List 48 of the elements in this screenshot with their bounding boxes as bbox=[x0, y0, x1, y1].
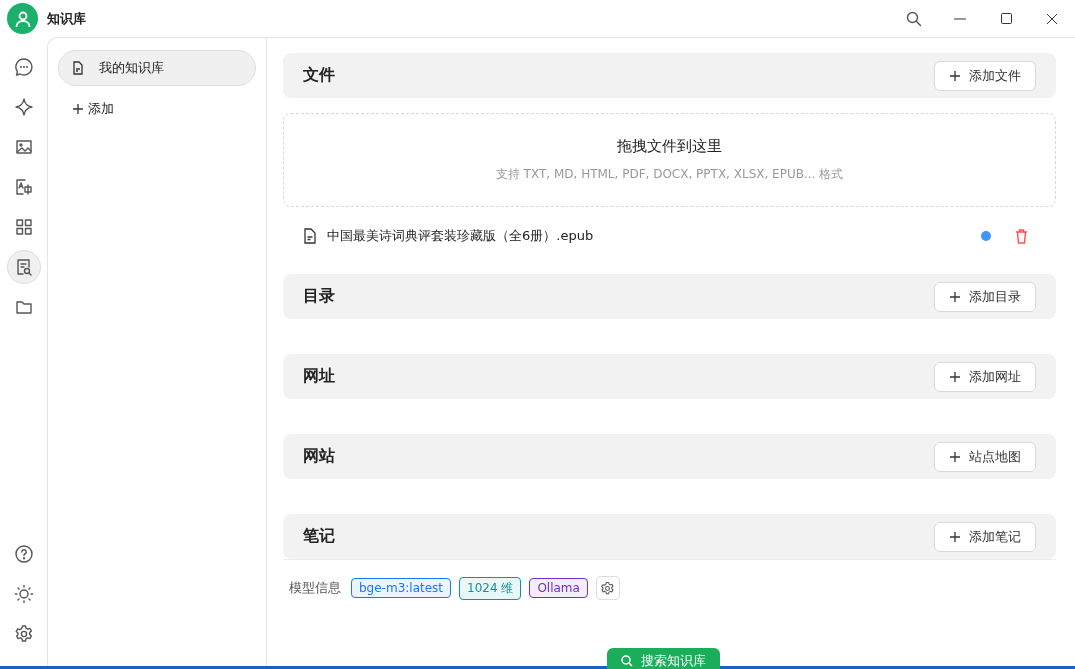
search-icon[interactable] bbox=[906, 10, 922, 27]
file-name: 中国最美诗词典评套装珍藏版（全6册）.epub bbox=[327, 227, 595, 245]
close-icon[interactable] bbox=[1046, 12, 1058, 25]
add-button[interactable]: 添加文件 bbox=[934, 60, 1036, 91]
help-icon[interactable] bbox=[13, 544, 34, 564]
sun-icon[interactable] bbox=[13, 584, 34, 604]
model-tag: bge-m3:latest bbox=[351, 578, 452, 598]
add-button[interactable]: 添加笔记 bbox=[934, 521, 1036, 552]
sidebar-item[interactable]: 我的知识库 bbox=[58, 50, 256, 86]
document-icon bbox=[71, 61, 85, 75]
window-title: 知识库 bbox=[47, 9, 87, 28]
section-title: 网站 bbox=[303, 446, 335, 467]
folder-icon[interactable] bbox=[14, 298, 33, 316]
add-button[interactable]: 添加 bbox=[58, 94, 128, 124]
section-title: 网址 bbox=[303, 366, 335, 387]
chat-bubble-icon[interactable] bbox=[13, 57, 34, 77]
image-translate-icon[interactable] bbox=[14, 178, 33, 196]
search-icon bbox=[621, 655, 633, 667]
settings-icon bbox=[600, 580, 616, 596]
section-title: 目录 bbox=[303, 286, 335, 307]
add-button[interactable]: 添加目录 bbox=[934, 281, 1036, 312]
sparkle-icon[interactable] bbox=[13, 97, 34, 117]
maximize-icon[interactable] bbox=[1000, 13, 1012, 24]
image-icon[interactable] bbox=[14, 138, 33, 156]
settings-button[interactable] bbox=[595, 576, 620, 600]
section-title: 笔记 bbox=[303, 526, 335, 547]
plus-icon bbox=[949, 290, 961, 303]
avatar[interactable] bbox=[7, 3, 38, 34]
plus-icon bbox=[949, 370, 961, 383]
drop-zone-hint: 支持 TXT, MD, HTML, PDF, DOCX, PPTX, XLSX, EPUB... 格式 bbox=[495, 166, 844, 183]
plus-icon bbox=[949, 530, 961, 543]
model-tag: 1024 维 bbox=[459, 576, 522, 600]
drop-zone-title: 拖拽文件到这里 bbox=[617, 137, 722, 156]
model-info-label: 模型信息 bbox=[289, 579, 341, 597]
plus-icon bbox=[949, 450, 961, 463]
drop-zone[interactable]: 拖拽文件到这里 支持 TXT, MD, HTML, PDF, DOCX, PPTX, XLSX, EPUB... 格式 bbox=[283, 113, 1056, 207]
section-title: 文件 bbox=[303, 65, 335, 86]
document-search-icon[interactable] bbox=[14, 258, 33, 276]
file-icon bbox=[303, 228, 317, 244]
add-button[interactable]: 站点地图 bbox=[934, 441, 1036, 472]
add-button[interactable]: 添加网址 bbox=[934, 361, 1036, 392]
grid-icon[interactable] bbox=[14, 218, 33, 236]
model-tag: Ollama bbox=[529, 578, 588, 598]
settings-icon[interactable] bbox=[13, 624, 34, 644]
minimize-icon[interactable] bbox=[954, 17, 966, 20]
plus-icon bbox=[72, 103, 84, 115]
trash-icon[interactable] bbox=[1015, 228, 1028, 244]
plus-icon bbox=[949, 69, 961, 82]
